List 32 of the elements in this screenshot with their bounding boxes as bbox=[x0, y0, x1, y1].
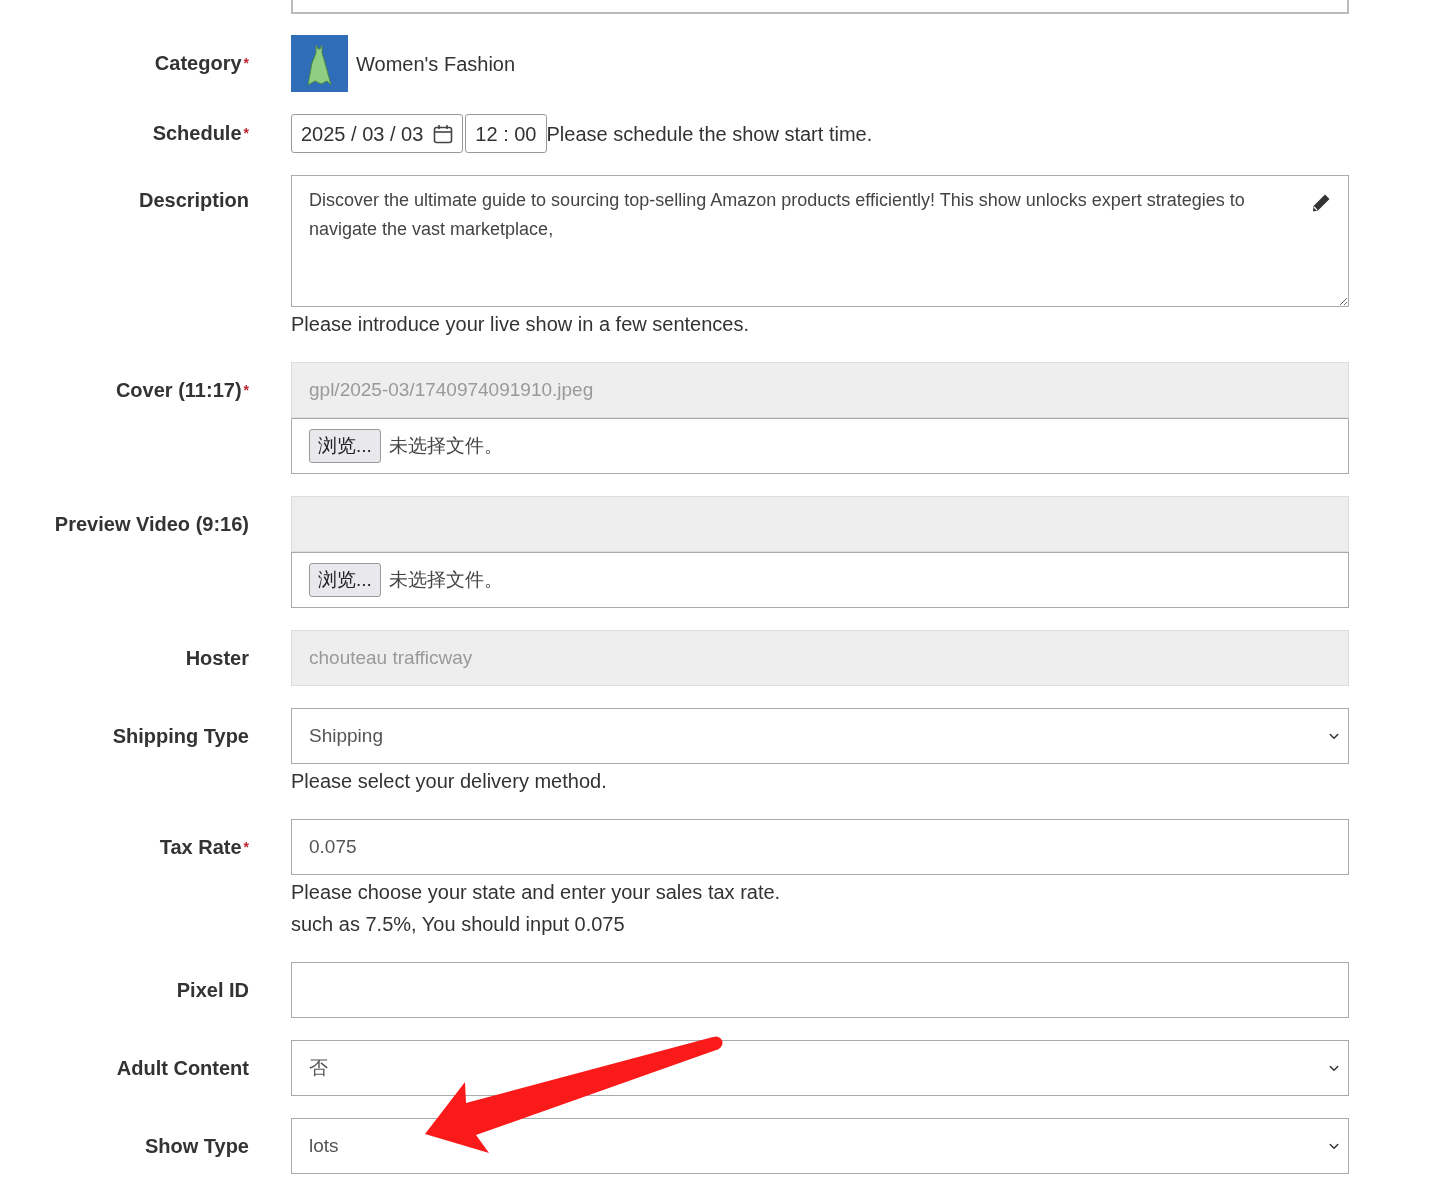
field-label: Adult Content bbox=[115, 1056, 249, 1081]
file-status-text: 未选择文件。 bbox=[388, 567, 503, 592]
calendar-icon[interactable] bbox=[433, 123, 454, 144]
input-field[interactable] bbox=[291, 962, 1349, 1018]
help-text: Please choose your state and enter your sales tax rate. bbox=[291, 880, 782, 905]
file-status-text: 未选择文件。 bbox=[388, 433, 503, 458]
field-label: Schedule* bbox=[151, 121, 249, 146]
time-field[interactable]: 12 : 00 bbox=[465, 114, 547, 153]
help-text: such as 7.5%, You should input 0.075 bbox=[291, 912, 626, 937]
date-field[interactable]: 2025 / 03 / 03 bbox=[291, 114, 464, 153]
field-label: Cover (11:17)* bbox=[114, 378, 249, 403]
field-label: Shipping Type bbox=[111, 724, 249, 749]
dropdown-select[interactable]: lots bbox=[291, 1118, 1349, 1174]
field-label: Pixel ID bbox=[175, 978, 249, 1003]
field-label: Tax Rate* bbox=[158, 835, 249, 860]
field-label: Hoster bbox=[184, 646, 249, 671]
help-text: Please introduce your live show in a few sentences. bbox=[291, 312, 751, 337]
input-field[interactable]: 0.075 bbox=[291, 819, 1349, 875]
dropdown-select[interactable]: Shipping bbox=[291, 708, 1349, 764]
category-name: Women's Fashion bbox=[356, 51, 516, 77]
description-field[interactable]: Discover the ultimate guide to sourcing top-selling Amazon products efficiently! This show unlocks expert strategies to navigate the vast marketplace, bbox=[291, 175, 1349, 307]
field-label: Category* bbox=[153, 51, 249, 76]
input-field[interactable] bbox=[291, 0, 1349, 14]
dropdown-select[interactable]: 否 bbox=[291, 1040, 1349, 1096]
file-path-field: gpl/2025-03/1740974091910.jpeg bbox=[291, 362, 1349, 418]
pencil-icon[interactable] bbox=[1311, 193, 1331, 213]
help-text: Please select your delivery method. bbox=[291, 769, 608, 794]
help-text: Please schedule the show start time. bbox=[546, 121, 873, 147]
field-label: Show Type bbox=[143, 1134, 249, 1159]
field-label: Preview Video (9:16) bbox=[53, 512, 249, 537]
hoster-field: chouteau trafficway bbox=[291, 630, 1349, 686]
field-label: Description bbox=[137, 188, 249, 213]
